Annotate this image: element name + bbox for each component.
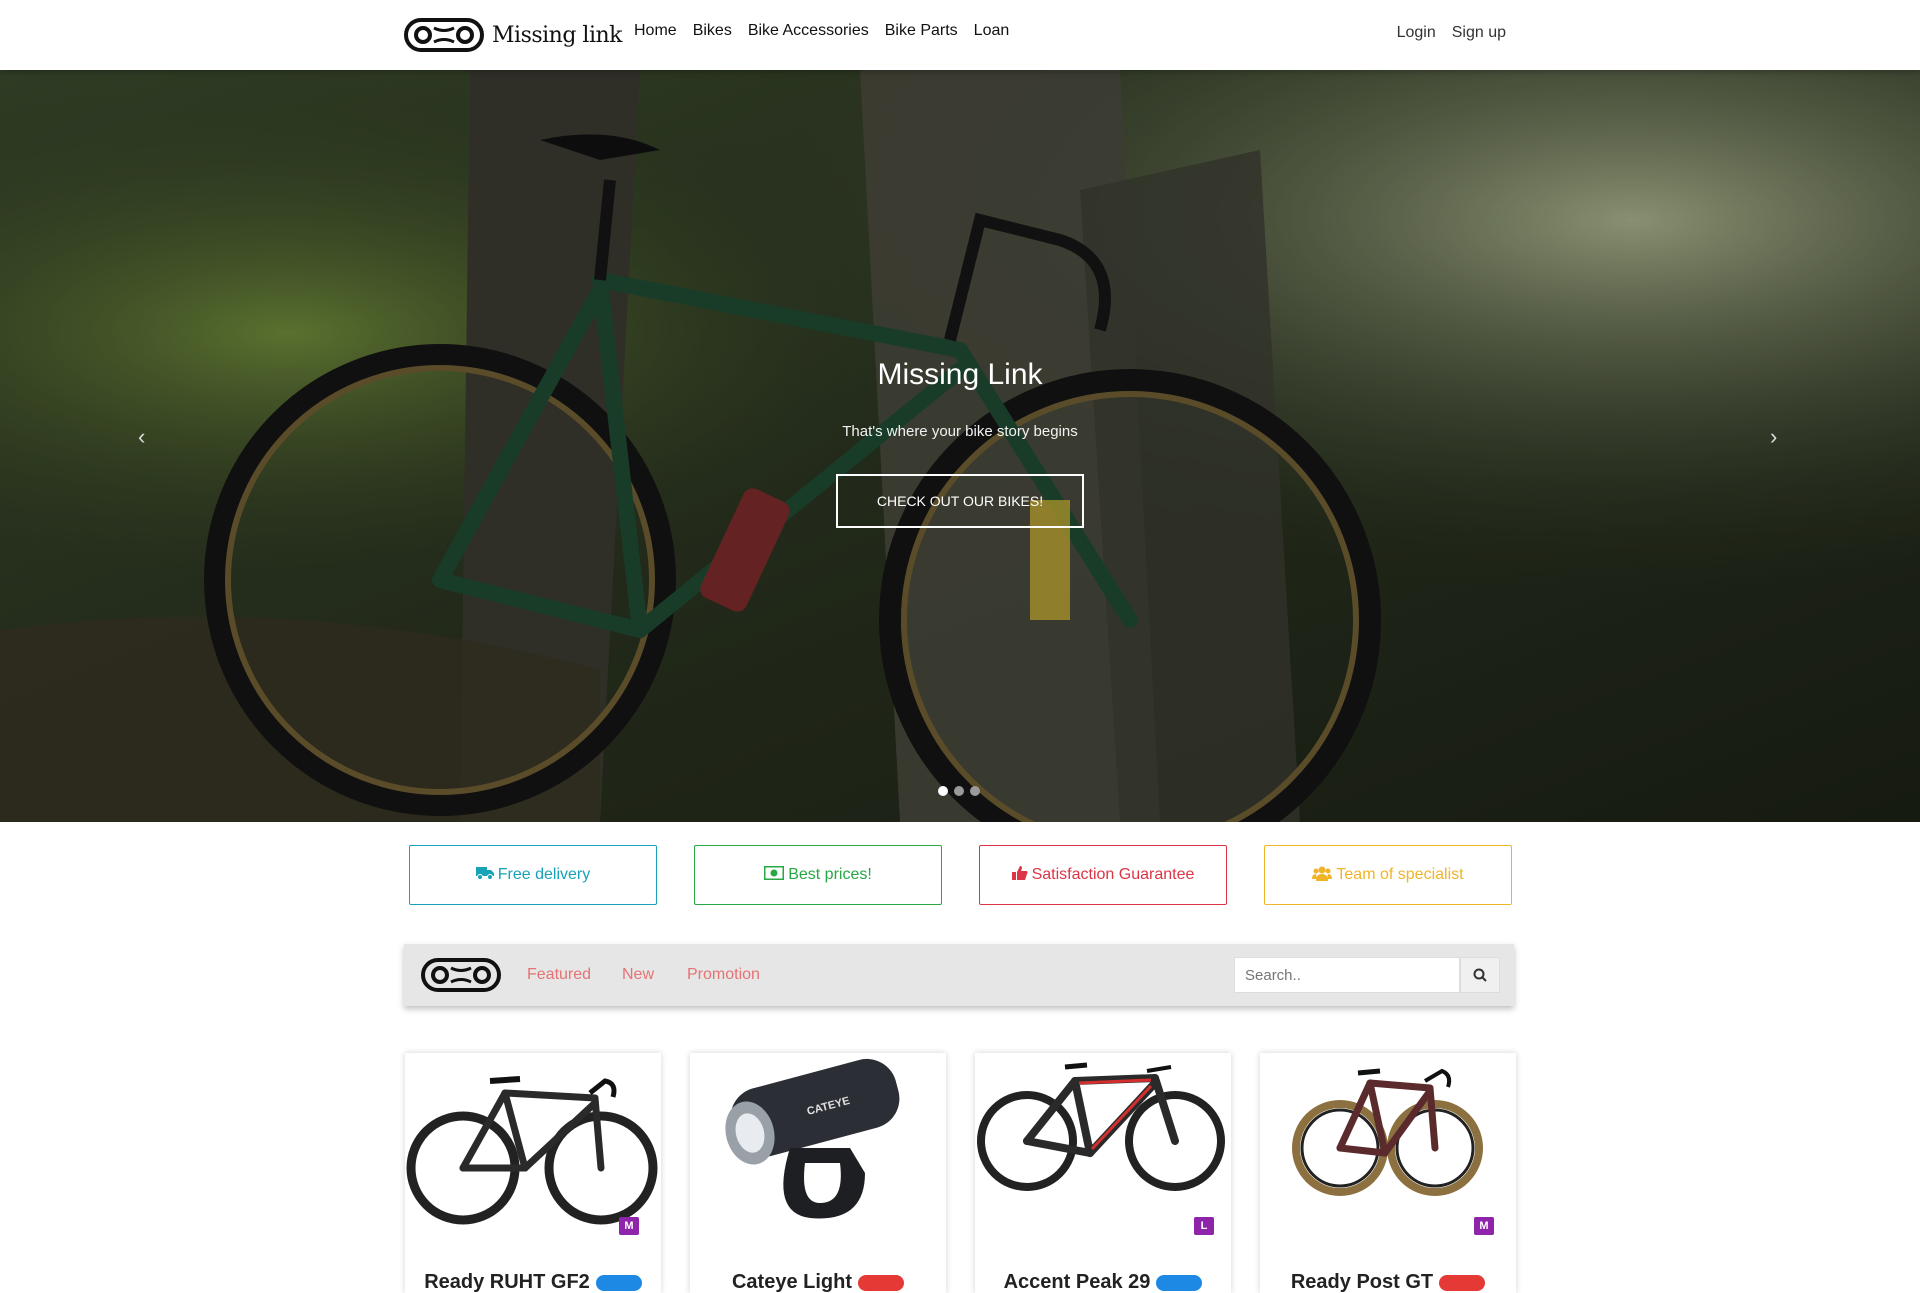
carousel-indicators <box>938 786 980 796</box>
users-icon <box>1312 865 1333 886</box>
size-badge: M <box>1474 1217 1494 1235</box>
nav-home[interactable]: Home <box>634 22 677 40</box>
feature-label: Satisfaction Guarantee <box>1031 866 1195 883</box>
size-badge: M <box>619 1217 639 1235</box>
search-input[interactable] <box>1234 957 1460 993</box>
tab-featured[interactable]: Featured <box>527 966 591 984</box>
brand-logo[interactable]: Missing link <box>404 14 623 56</box>
truck-icon <box>475 866 494 885</box>
product-name: Accent Peak 29 <box>1003 1271 1151 1293</box>
product-image: CATEYE <box>725 1058 900 1219</box>
size-badge: L <box>1194 1217 1214 1235</box>
hero-subtitle: That's where your bike story begins <box>842 423 1078 440</box>
product-image <box>977 1062 1225 1191</box>
search-icon <box>1473 968 1487 982</box>
hero-overlay <box>0 70 1920 822</box>
tab-new[interactable]: New <box>622 966 654 984</box>
nav-bike-accessories[interactable]: Bike Accessories <box>748 22 869 40</box>
product-name: Cateye Light <box>731 1271 853 1293</box>
carousel-indicator-2[interactable] <box>954 786 964 796</box>
feature-label: Best prices! <box>788 866 872 883</box>
product-title: Ready RUHT GF2 <box>405 1271 661 1293</box>
carousel-indicator-1[interactable] <box>938 786 948 796</box>
chain-link-icon <box>404 18 484 52</box>
product-name: Ready RUHT GF2 <box>424 1271 590 1293</box>
feature-team-of-specialist[interactable]: Team of specialist <box>1264 845 1512 905</box>
auth-links: Login Sign up <box>1381 24 1506 42</box>
product-title: Cateye Light <box>690 1271 946 1293</box>
tab-promotion[interactable]: Promotion <box>687 966 760 984</box>
nav-bikes[interactable]: Bikes <box>693 22 732 40</box>
feature-label: Team of specialist <box>1336 866 1464 883</box>
product-name: Ready Post GT <box>1290 1271 1434 1293</box>
product-tag <box>858 1274 905 1291</box>
thumbs-up-icon <box>1011 865 1028 886</box>
product-title: Accent Peak 29 <box>975 1271 1231 1293</box>
navbar: Missing link Home Bikes Bike Accessories… <box>0 0 1920 70</box>
product-card[interactable]: M Ready Post GT <box>1260 1053 1516 1293</box>
main-nav: Home Bikes Bike Accessories Bike Parts L… <box>634 22 1025 40</box>
brand-name: Missing link <box>492 22 623 48</box>
product-tag <box>595 1274 642 1291</box>
feature-satisfaction-guarantee[interactable]: Satisfaction Guarantee <box>979 845 1227 905</box>
product-tag <box>1439 1274 1486 1291</box>
product-card[interactable]: M Ready RUHT GF2 <box>405 1053 661 1293</box>
money-icon <box>763 865 785 885</box>
login-link[interactable]: Login <box>1397 24 1436 42</box>
hero-title: Missing Link <box>877 358 1043 391</box>
hero-carousel: ‹ › Missing Link That's where your bike … <box>0 70 1920 822</box>
search-button[interactable] <box>1460 957 1500 993</box>
carousel-indicator-3[interactable] <box>970 786 980 796</box>
product-filter-bar: Featured New Promotion <box>404 944 1514 1006</box>
signup-link[interactable]: Sign up <box>1452 24 1506 42</box>
product-card[interactable]: L Accent Peak 29 <box>975 1053 1231 1293</box>
feature-free-delivery[interactable]: Free delivery <box>409 845 657 905</box>
feature-label: Free delivery <box>497 866 591 883</box>
nav-bike-parts[interactable]: Bike Parts <box>885 22 958 40</box>
product-tag <box>1156 1274 1203 1291</box>
feature-best-prices[interactable]: Best prices! <box>694 845 942 905</box>
product-card[interactable]: CATEYE Cateye Light <box>690 1053 946 1293</box>
product-title: Ready Post GT <box>1260 1271 1516 1293</box>
nav-loan[interactable]: Loan <box>974 22 1010 40</box>
check-out-bikes-button[interactable]: CHECK OUT OUR BIKES! <box>836 474 1084 528</box>
chain-link-icon <box>421 958 501 992</box>
